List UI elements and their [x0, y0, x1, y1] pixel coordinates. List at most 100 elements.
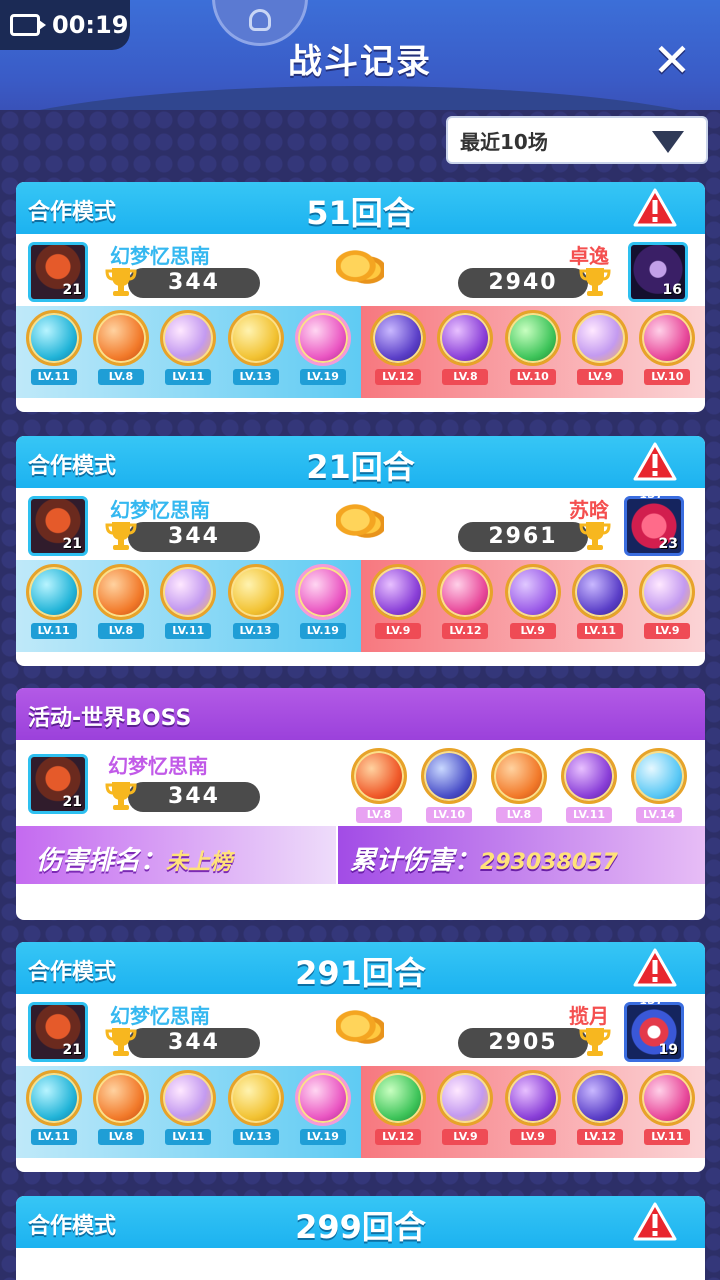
- pet-level: LV.8: [442, 369, 489, 385]
- pet-orb-icon: [25, 1070, 82, 1126]
- close-button[interactable]: ✕: [650, 37, 694, 83]
- pet-slot[interactable]: LV.14: [627, 748, 691, 823]
- pet-level: LV.9: [375, 623, 422, 639]
- my-score: 344: [128, 1028, 260, 1058]
- opp-avatar[interactable]: 16: [628, 242, 688, 302]
- pet-level: LV.13: [232, 1129, 279, 1145]
- pet-level: LV.11: [30, 1129, 77, 1145]
- report-warning-icon[interactable]: [633, 948, 677, 988]
- my-pets: LV.11 LV.8 LV.11 LV.13 LV.19: [16, 560, 361, 652]
- battle-record-card[interactable]: 合作模式 299回合: [16, 1196, 705, 1280]
- pet-orb-icon: [437, 1070, 494, 1126]
- pet-slot[interactable]: LV.11: [22, 564, 86, 639]
- opp-pets: LV.12 LV.9 LV.9 LV.12 LV.11: [360, 1066, 705, 1158]
- card-header: 合作模式 51回合: [16, 182, 705, 234]
- battle-record-card[interactable]: 合作模式 21回合 21 幻梦忆思南 344 苏晗 2961 23 1ST LV…: [16, 436, 705, 666]
- my-avatar[interactable]: 21: [28, 1002, 88, 1062]
- pet-slot[interactable]: LV.19: [291, 564, 355, 639]
- pet-slot[interactable]: LV.11: [156, 564, 220, 639]
- boss-pets: LV.8 LV.10 LV.8 LV.11 LV.14: [347, 748, 691, 823]
- world-boss-card[interactable]: 活动-世界BOSS 21 幻梦忆思南 344 LV.8 LV.10 LV.8 L…: [16, 688, 705, 920]
- players-row: 21 幻梦忆思南 344 卓逸 2940 16: [16, 234, 705, 306]
- pet-level: LV.11: [577, 623, 624, 639]
- pet-orb-icon: [294, 564, 351, 620]
- pet-orb-icon: [227, 310, 284, 366]
- opp-avatar[interactable]: 19: [624, 1002, 684, 1062]
- filter-dropdown[interactable]: 最近10场: [446, 116, 708, 164]
- pet-slot[interactable]: LV.19: [291, 310, 355, 385]
- total-damage-value: 293038057: [480, 850, 618, 875]
- my-level: 21: [62, 536, 82, 552]
- pet-slot[interactable]: LV.11: [22, 1070, 86, 1145]
- pet-slot[interactable]: LV.12: [568, 1070, 632, 1145]
- pet-slot[interactable]: LV.11: [22, 310, 86, 385]
- pet-level: LV.8: [97, 1129, 144, 1145]
- pet-slot[interactable]: LV.13: [224, 1070, 288, 1145]
- players-row: 21 幻梦忆思南 344 苏晗 2961 23 1ST: [16, 488, 705, 560]
- my-pets: LV.11 LV.8 LV.11 LV.13 LV.19: [16, 1066, 361, 1158]
- pet-orb-icon: [25, 564, 82, 620]
- pet-slot[interactable]: LV.19: [291, 1070, 355, 1145]
- pet-slot[interactable]: LV.12: [366, 310, 430, 385]
- pet-slot[interactable]: LV.10: [501, 310, 565, 385]
- pet-slot[interactable]: LV.11: [156, 310, 220, 385]
- pet-slot[interactable]: LV.9: [501, 564, 565, 639]
- opp-score: 2905: [458, 1028, 588, 1058]
- pet-slot[interactable]: LV.8: [89, 310, 153, 385]
- pet-slot[interactable]: LV.9: [635, 564, 699, 639]
- pet-level: LV.19: [299, 369, 346, 385]
- total-damage: 累计伤害：293038057: [338, 826, 705, 884]
- damage-row: 伤害排名：未上榜 累计伤害：293038057: [16, 826, 705, 884]
- pet-slot[interactable]: LV.12: [366, 1070, 430, 1145]
- pet-slot[interactable]: LV.10: [635, 310, 699, 385]
- pet-slot[interactable]: LV.8: [89, 1070, 153, 1145]
- pet-level: LV.12: [375, 369, 422, 385]
- pet-slot[interactable]: LV.8: [347, 748, 411, 823]
- handshake-icon: [336, 248, 384, 288]
- my-avatar[interactable]: 21: [28, 754, 88, 814]
- report-warning-icon[interactable]: [633, 1202, 677, 1242]
- pet-orb-icon: [504, 564, 561, 620]
- trophy-icon: [105, 1028, 137, 1056]
- pet-slot[interactable]: LV.11: [156, 1070, 220, 1145]
- battle-record-card[interactable]: 合作模式 291回合 21 幻梦忆思南 344 揽月 2905 19 1ST L…: [16, 942, 705, 1172]
- my-avatar[interactable]: 21: [28, 496, 88, 556]
- pet-slot[interactable]: LV.8: [89, 564, 153, 639]
- battle-record-card[interactable]: 合作模式 51回合 21 幻梦忆思南 344 卓逸 2940 16 LV.11 …: [16, 182, 705, 412]
- pet-slot[interactable]: LV.8: [487, 748, 551, 823]
- handshake-icon: [336, 1008, 384, 1048]
- pet-slot[interactable]: LV.11: [635, 1070, 699, 1145]
- filter-value: 最近10场: [460, 129, 548, 154]
- opp-pets: LV.9 LV.12 LV.9 LV.11 LV.9: [360, 560, 705, 652]
- pet-level: LV.10: [644, 369, 691, 385]
- pet-orb-icon: [227, 564, 284, 620]
- opp-avatar[interactable]: 23: [624, 496, 684, 556]
- pet-slot[interactable]: LV.13: [224, 564, 288, 639]
- page-title: 战斗记录: [288, 42, 432, 82]
- total-damage-label: 累计伤害：: [350, 846, 481, 876]
- pet-level: LV.9: [509, 1129, 556, 1145]
- pet-slot[interactable]: LV.11: [568, 564, 632, 639]
- pet-slot[interactable]: LV.9: [433, 1070, 497, 1145]
- pet-level: LV.9: [509, 623, 556, 639]
- pet-slot[interactable]: LV.9: [501, 1070, 565, 1145]
- my-avatar[interactable]: 21: [28, 242, 88, 302]
- pet-level: LV.12: [442, 623, 489, 639]
- trophy-icon: [105, 522, 137, 550]
- card-header: 活动-世界BOSS: [16, 688, 705, 740]
- pet-orb-icon: [370, 564, 427, 620]
- rounds-label: 21回合: [306, 448, 415, 486]
- report-warning-icon[interactable]: [633, 442, 677, 482]
- report-warning-icon[interactable]: [633, 188, 677, 228]
- pet-slot[interactable]: LV.9: [366, 564, 430, 639]
- pet-slot[interactable]: LV.13: [224, 310, 288, 385]
- pet-slot[interactable]: LV.8: [433, 310, 497, 385]
- opp-score: 2961: [458, 522, 588, 552]
- pet-slot[interactable]: LV.9: [568, 310, 632, 385]
- my-level: 21: [62, 1042, 82, 1058]
- pet-slot[interactable]: LV.11: [557, 748, 621, 823]
- pet-level: LV.13: [232, 369, 279, 385]
- pet-slot[interactable]: LV.10: [417, 748, 481, 823]
- pet-slot[interactable]: LV.12: [433, 564, 497, 639]
- pet-level: LV.8: [496, 807, 542, 823]
